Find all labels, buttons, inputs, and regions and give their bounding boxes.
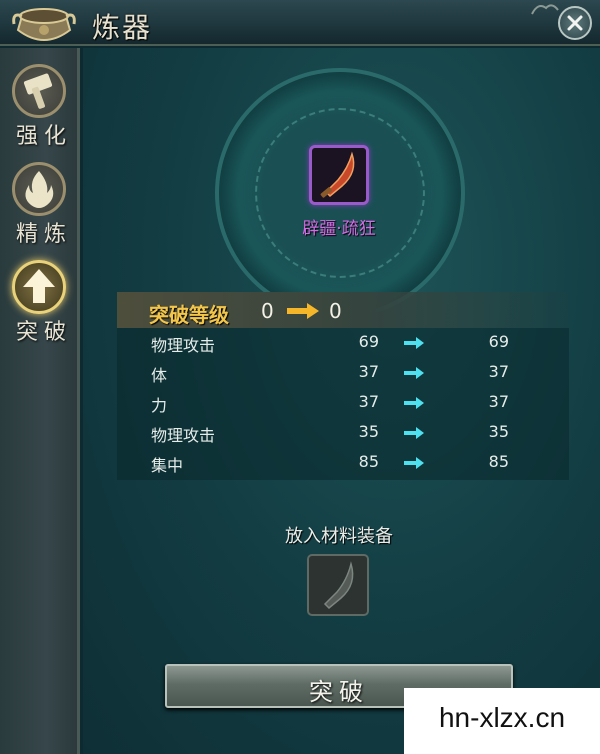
material-label: 放入材料装备: [285, 526, 393, 547]
breakthrough-level-row: 突破等级 0 0: [117, 292, 569, 328]
equipment-slot[interactable]: [309, 145, 369, 205]
arrow-right-icon: [287, 303, 319, 319]
stat-name: 物理攻击: [151, 426, 216, 445]
stat-name: 力: [151, 396, 168, 415]
sidebar-item-label: 强化: [16, 124, 73, 149]
stat-before: 37: [358, 392, 379, 411]
watermark: hn-xlzx.cn: [404, 688, 600, 754]
cauldron-emblem-icon: [12, 8, 76, 41]
stat-row: 集中 85 85: [117, 448, 569, 478]
level-after: 0: [329, 299, 342, 323]
equipment-name: 辟疆·疏狂: [302, 219, 376, 239]
arrow-right-icon: [404, 427, 424, 439]
curved-blade-icon: [320, 151, 355, 198]
stat-after: 37: [488, 392, 509, 411]
sidebar-item-breakthrough[interactable]: 突破: [0, 258, 80, 354]
sidebar: 强化 精炼 突破: [0, 48, 80, 754]
hammer-icon: [12, 64, 66, 118]
window-title: 炼器: [92, 11, 153, 44]
close-icon: [567, 15, 583, 31]
stat-before: 69: [358, 332, 379, 351]
main-panel: 辟疆·疏狂 突破等级 0 0 物理攻击 69 69 体 37 37 力 37 3…: [83, 48, 600, 754]
stat-table: 物理攻击 69 69 体 37 37 力 37 37 物理攻击 35 35 集中…: [117, 328, 569, 480]
stat-after: 85: [488, 452, 509, 471]
stat-row: 物理攻击 35 35: [117, 418, 569, 448]
stat-after: 35: [488, 422, 509, 441]
stat-after: 69: [488, 332, 509, 351]
arrow-right-icon: [404, 457, 424, 469]
title-bar: 炼器: [0, 0, 600, 46]
flame-icon: [12, 162, 66, 216]
sidebar-item-label: 精炼: [16, 222, 73, 247]
sidebar-item-strengthen[interactable]: 强化: [0, 62, 80, 158]
stat-name: 物理攻击: [151, 336, 216, 355]
stat-row: 力 37 37: [117, 388, 569, 418]
material-slot[interactable]: [307, 554, 369, 616]
stats-panel: 突破等级 0 0 物理攻击 69 69 体 37 37 力 37 37 物理攻击…: [117, 292, 569, 492]
stat-row: 体 37 37: [117, 358, 569, 388]
watermark-text: hn-xlzx.cn: [438, 702, 566, 733]
arrow-right-icon: [404, 367, 424, 379]
arrow-right-icon: [404, 397, 424, 409]
blade-silhouette-icon: [323, 561, 354, 610]
stat-before: 37: [358, 362, 379, 381]
upgrade-arrow-icon: [12, 260, 66, 314]
sidebar-item-refine[interactable]: 精炼: [0, 160, 80, 256]
stat-before: 85: [358, 452, 379, 471]
stat-after: 37: [488, 362, 509, 381]
stat-name: 体: [151, 366, 168, 385]
close-button[interactable]: [558, 6, 592, 40]
breakthrough-level-label: 突破等级: [149, 303, 229, 327]
arrow-right-icon: [404, 337, 424, 349]
level-before: 0: [261, 299, 274, 323]
stat-name: 集中: [151, 456, 184, 475]
stat-before: 35: [358, 422, 379, 441]
stat-row: 物理攻击 69 69: [117, 328, 569, 358]
sidebar-item-label: 突破: [16, 320, 73, 345]
cloud-ornament-icon: [531, 4, 559, 15]
